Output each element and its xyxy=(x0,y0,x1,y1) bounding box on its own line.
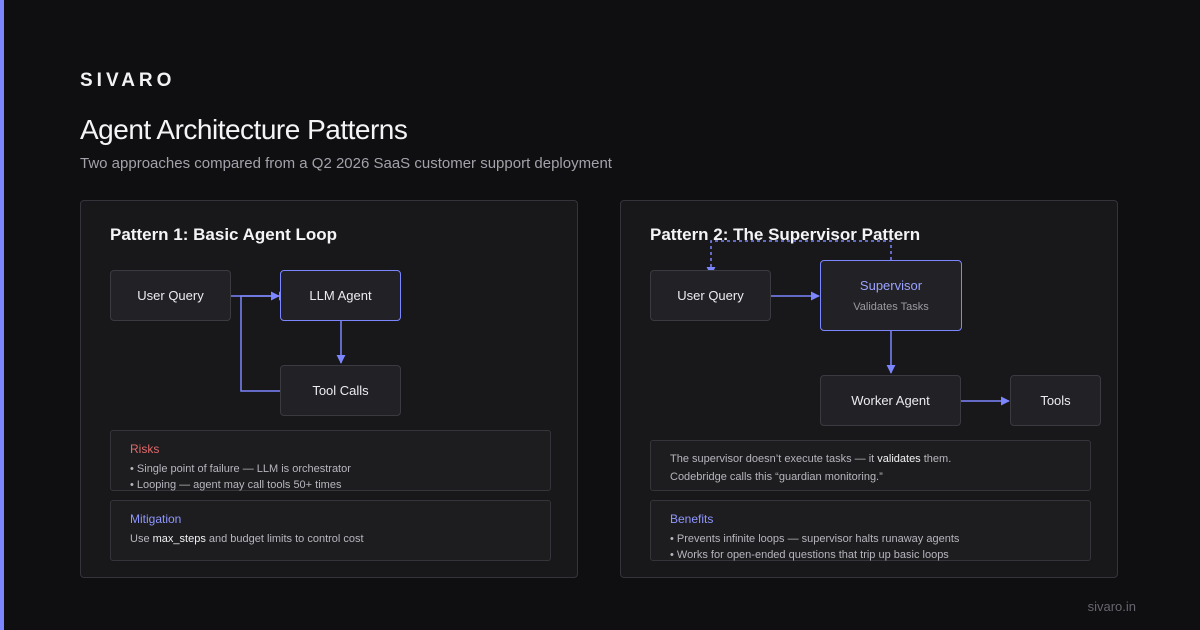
supervisor-sublabel: Validates Tasks xyxy=(853,301,929,313)
pattern1-title: Pattern 1: Basic Agent Loop xyxy=(110,225,338,244)
brand-logo: SIVARO xyxy=(80,70,176,91)
node-tool-calls: Tool Calls xyxy=(280,365,401,416)
benefit-item: • Prevents infinite loops — supervisor h… xyxy=(670,533,960,545)
risk-item: • Looping — agent may call tools 50+ tim… xyxy=(130,479,342,491)
page-title: Agent Architecture Patterns xyxy=(80,114,408,145)
mitigation-text: Use max_steps and budget limits to contr… xyxy=(130,531,531,547)
page-subtitle: Two approaches compared from a Q2 2026 S… xyxy=(80,155,612,172)
note-highlight: validates xyxy=(877,453,921,465)
supervisor-label: Supervisor xyxy=(859,278,923,293)
benefits-heading: Benefits xyxy=(670,512,714,526)
pattern2-title: Pattern 2: The Supervisor Pattern xyxy=(650,225,921,244)
benefits-box: Benefits • Prevents infinite loops — sup… xyxy=(650,500,1091,561)
pattern2-panel: Pattern 2: The Supervisor Pattern User Q… xyxy=(620,200,1118,578)
mitigation-box: Mitigation Use max_steps and budget limi… xyxy=(110,500,551,561)
node-worker-agent: Worker Agent xyxy=(820,375,961,426)
risks-box: Risks • Single point of failure — LLM is… xyxy=(110,430,551,491)
mitigation-heading: Mitigation xyxy=(130,512,182,526)
mitigation-prefix: Use xyxy=(130,533,153,545)
note-line-1: The supervisor doesn’t execute tasks — i… xyxy=(670,451,1071,467)
node-supervisor: Supervisor Validates Tasks xyxy=(820,260,962,331)
accent-bar xyxy=(0,0,4,630)
pattern1-panel: Pattern 1: Basic Agent Loop User Query L… xyxy=(80,200,578,578)
note-prefix: The supervisor doesn’t execute tasks — i… xyxy=(670,453,878,465)
node-llm-agent: LLM Agent xyxy=(280,270,401,321)
mitigation-highlight: max_steps xyxy=(152,533,206,545)
note-line-2: Codebridge calls this “guardian monitori… xyxy=(670,471,883,483)
supervisor-note-box: The supervisor doesn’t execute tasks — i… xyxy=(650,440,1091,491)
note-suffix: them. xyxy=(920,453,952,465)
benefit-item: • Works for open-ended questions that tr… xyxy=(670,549,949,561)
risk-item: • Single point of failure — LLM is orche… xyxy=(130,463,351,475)
mitigation-suffix: and budget limits to control cost xyxy=(205,533,364,545)
footer-url: sivaro.in xyxy=(1087,599,1136,614)
node-user-query: User Query xyxy=(110,270,231,321)
node-tools: Tools xyxy=(1010,375,1101,426)
node-user-query: User Query xyxy=(650,270,771,321)
risks-heading: Risks xyxy=(130,442,160,456)
